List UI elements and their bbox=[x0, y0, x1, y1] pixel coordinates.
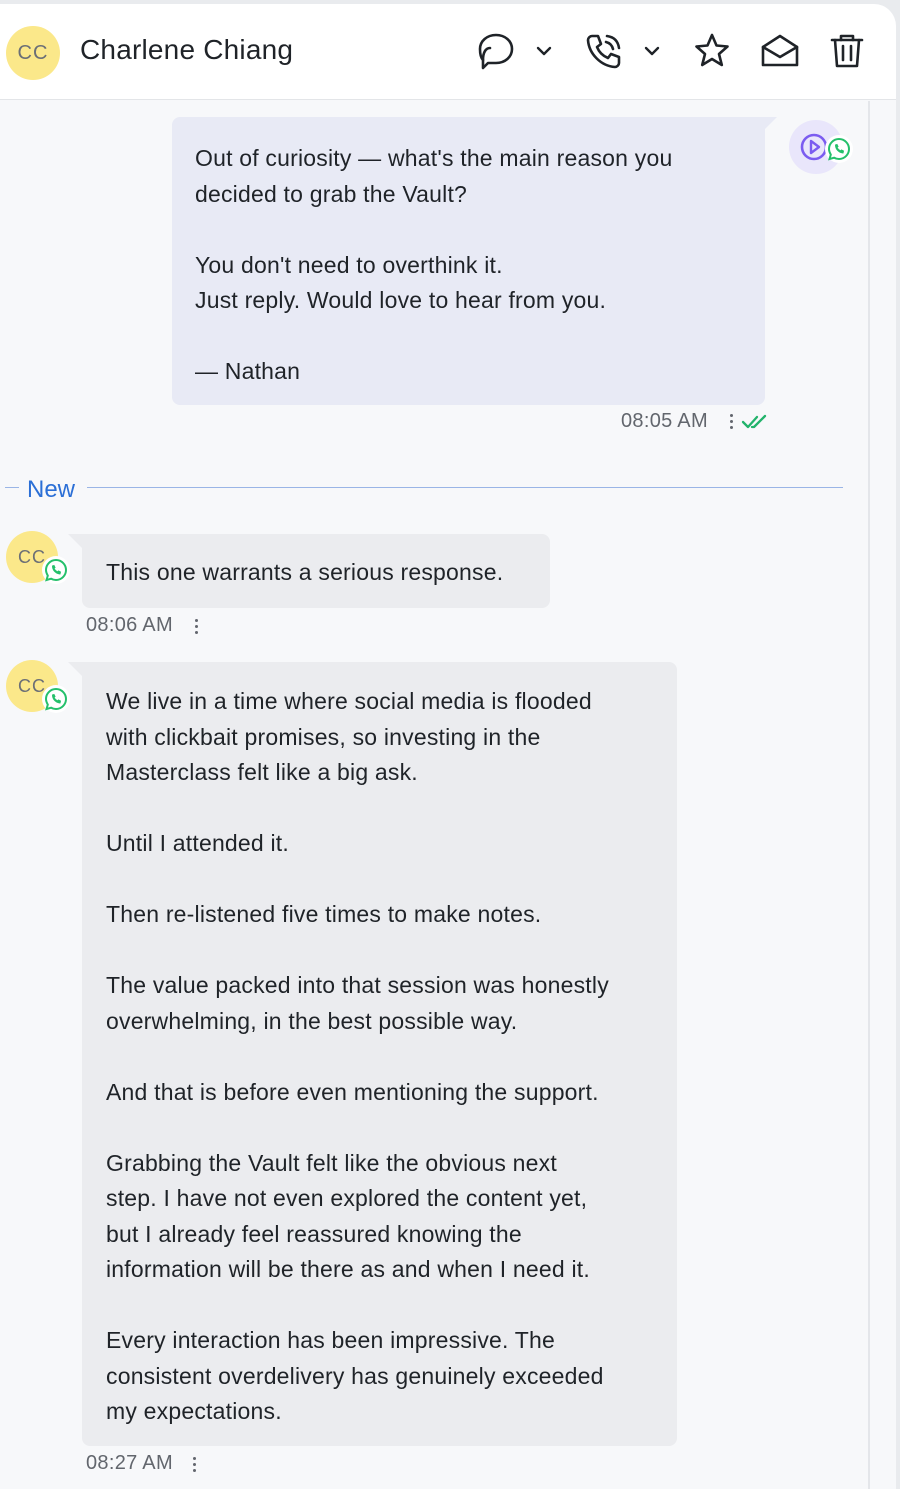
contact-name[interactable]: Charlene Chiang bbox=[80, 34, 293, 66]
message-line: overwhelming, in the best possible way. bbox=[106, 1007, 518, 1034]
new-divider-line-left bbox=[5, 487, 19, 488]
message-timestamp: 08:27 AM bbox=[86, 1452, 173, 1474]
message-line: consistent overdelivery has genuinely ex… bbox=[106, 1362, 604, 1389]
message-line: This one warrants a serious response. bbox=[106, 559, 504, 585]
message-line: — Nathan bbox=[195, 358, 301, 384]
conversation-header: CC Charlene Chiang bbox=[0, 4, 896, 100]
call-options-chevron-down-icon[interactable] bbox=[641, 40, 663, 62]
new-messages-divider-label: New bbox=[27, 476, 76, 503]
message-line bbox=[106, 791, 657, 827]
message-line bbox=[106, 1288, 657, 1324]
whatsapp-icon bbox=[825, 135, 853, 163]
message-line: information will be there as and when I … bbox=[106, 1256, 590, 1282]
message-line: Grabbing the Vault felt like the obvious… bbox=[106, 1149, 557, 1176]
message-line: The value packed into that session was h… bbox=[106, 972, 609, 998]
new-divider-line-right bbox=[87, 487, 843, 488]
message-line: Masterclass felt like a big ask. bbox=[106, 759, 418, 785]
chat-bubble-icon[interactable] bbox=[475, 30, 517, 72]
incoming-bubble-tail bbox=[68, 534, 82, 548]
incoming-message-bubble[interactable]: This one warrants a serious response. bbox=[82, 534, 550, 608]
star-icon[interactable] bbox=[691, 30, 733, 72]
message-line: step. I have not even explored the conte… bbox=[106, 1185, 588, 1211]
message-line: You don't need to overthink it. bbox=[195, 251, 503, 278]
message-line: Just reply. Would love to hear from you. bbox=[195, 287, 607, 313]
message-line: my expectations. bbox=[106, 1398, 282, 1424]
chat-options-chevron-down-icon[interactable] bbox=[533, 40, 555, 62]
outgoing-message-bubble[interactable]: Out of curiosity — what's the main reaso… bbox=[172, 117, 765, 405]
message-line: Until I attended it. bbox=[106, 830, 289, 856]
incoming-message-bubble[interactable]: We live in a time where social media is … bbox=[82, 662, 677, 1446]
whatsapp-icon bbox=[42, 685, 70, 713]
conversation-window: CC Charlene Chiang Out of curiosity — wh… bbox=[0, 4, 896, 1489]
message-line bbox=[106, 933, 657, 969]
trash-icon[interactable] bbox=[826, 30, 868, 72]
message-timestamp: 08:06 AM bbox=[86, 614, 173, 636]
message-line bbox=[106, 862, 657, 898]
outgoing-bubble-tail bbox=[763, 117, 777, 131]
message-line: We live in a time where social media is … bbox=[106, 688, 592, 714]
message-line bbox=[106, 1039, 657, 1075]
contact-avatar[interactable]: CC bbox=[6, 26, 60, 80]
message-options-kebab-icon[interactable] bbox=[728, 414, 734, 432]
whatsapp-icon bbox=[42, 556, 70, 584]
message-line bbox=[106, 1110, 657, 1146]
double-check-read-icon bbox=[741, 414, 767, 429]
message-timestamp: 08:05 AM bbox=[621, 410, 708, 432]
message-line: Out of curiosity — what's the main reaso… bbox=[195, 145, 673, 171]
message-line: Every interaction has been impressive. T… bbox=[106, 1327, 556, 1353]
mail-open-icon[interactable] bbox=[759, 30, 801, 72]
message-line bbox=[195, 319, 745, 355]
message-options-kebab-icon[interactable] bbox=[191, 1457, 197, 1475]
scrollbar[interactable] bbox=[868, 101, 870, 1489]
message-line bbox=[195, 212, 745, 248]
message-line: decided to grab the Vault? bbox=[195, 180, 468, 207]
message-line: And that is before even mentioning the s… bbox=[106, 1078, 599, 1105]
message-line: with clickbait promises, so investing in… bbox=[106, 723, 541, 750]
message-line: Then re-listened five times to make note… bbox=[106, 901, 542, 927]
message-line: but I already feel reassured knowing the bbox=[106, 1220, 522, 1247]
phone-icon[interactable] bbox=[583, 30, 625, 72]
incoming-bubble-tail bbox=[68, 662, 82, 676]
message-options-kebab-icon[interactable] bbox=[193, 619, 199, 637]
